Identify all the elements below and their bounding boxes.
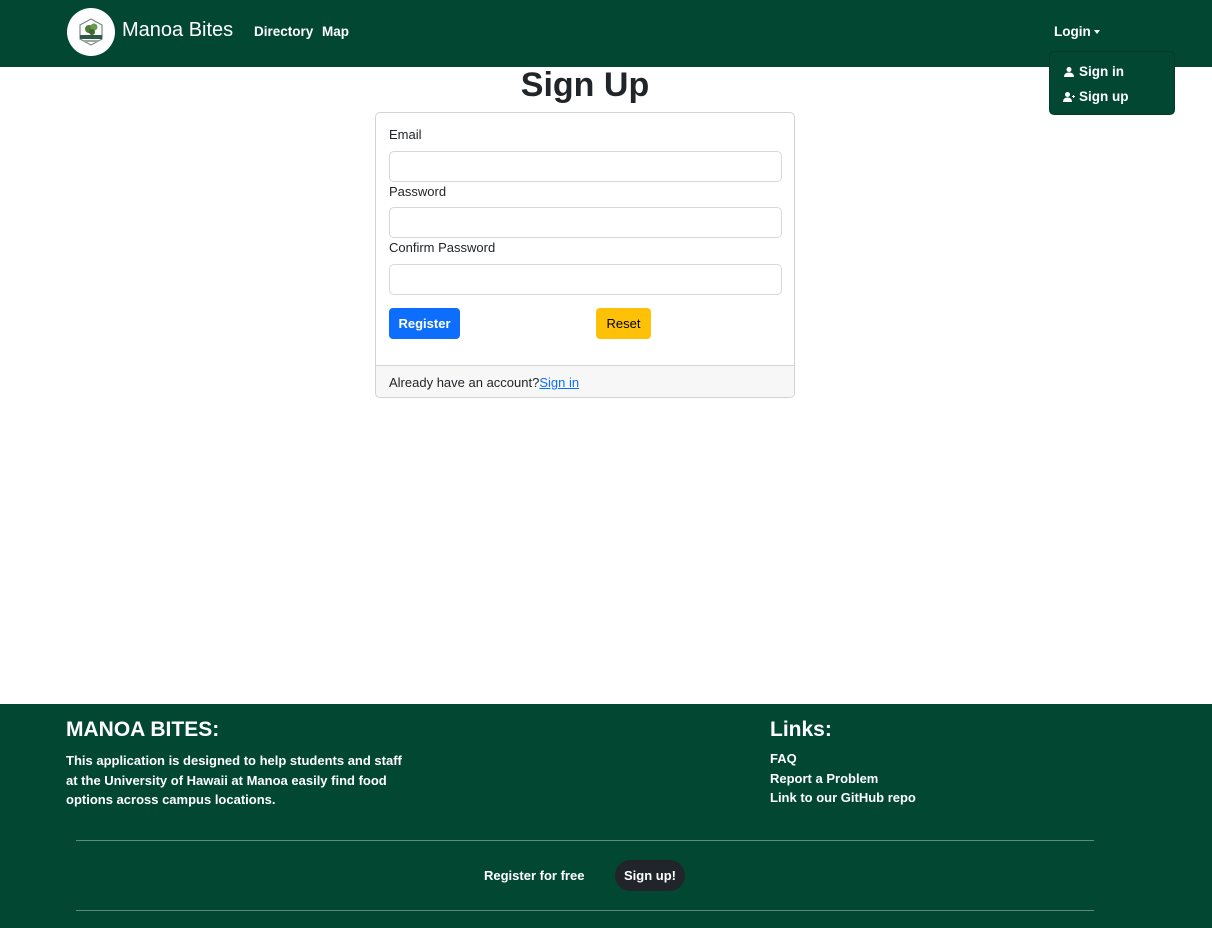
footer-divider-top [76,840,1094,841]
login-label: Login [1054,24,1091,39]
footer-signup-button[interactable]: Sign up! [615,860,685,891]
footer-links-title: Links: [770,718,832,741]
login-dropdown-toggle[interactable]: Login [1054,24,1100,39]
footer-link-faq[interactable]: FAQ [770,751,797,766]
footer-description: This application is designed to help stu… [66,753,402,807]
brand-name[interactable]: Manoa Bites [122,19,233,42]
confirm-password-label: Confirm Password [389,240,496,255]
card-footer: Already have an account?Sign in [376,365,794,397]
footer-link-report-problem[interactable]: Report a Problem [770,771,878,786]
caret-down-icon [1093,30,1100,35]
register-button[interactable]: Register [389,308,460,339]
footer-divider-bottom [76,910,1094,911]
register-for-free-text: Register for free [484,868,585,883]
page-title: Sign Up [520,66,650,104]
nav-link-directory[interactable]: Directory [254,24,313,39]
password-label: Password [389,184,447,199]
email-label: Email [389,127,422,142]
footer-link-github[interactable]: Link to our GitHub repo [770,790,916,805]
nav-link-map[interactable]: Map [322,24,349,39]
navbar: Manoa Bites Directory Map Login [0,0,1212,67]
signin-prompt: Already have an account?Sign in [389,375,579,390]
signup-form-card: Email Password Confirm Password Register… [375,112,795,398]
signin-prompt-text: Already have an account? [389,375,540,390]
email-input[interactable] [389,151,782,182]
signin-link[interactable]: Sign in [539,375,579,390]
manoa-bites-logo-icon [79,18,103,46]
logo[interactable] [67,8,115,56]
confirm-password-input[interactable] [389,264,782,295]
password-input[interactable] [389,207,782,238]
reset-button[interactable]: Reset [596,308,651,339]
site-footer: MANOA BITES: This application is designe… [0,704,1212,928]
footer-title: MANOA BITES: [66,718,220,741]
